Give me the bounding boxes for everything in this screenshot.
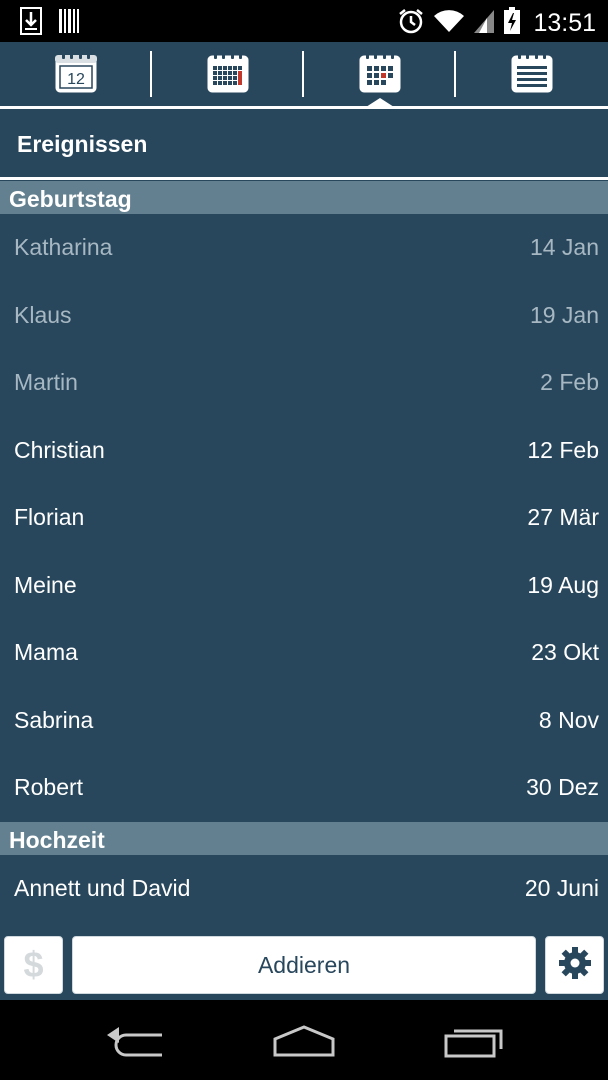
section-header-birthday: Geburtstag bbox=[0, 181, 608, 214]
list-item[interactable]: Robert 30 Dez bbox=[0, 754, 608, 821]
donate-button[interactable]: $ bbox=[4, 936, 63, 994]
title-bar: Ereignissen bbox=[0, 109, 608, 177]
back-icon[interactable] bbox=[104, 1024, 166, 1063]
recent-apps-icon[interactable] bbox=[444, 1024, 506, 1063]
event-name: Katharina bbox=[14, 234, 113, 260]
title-divider bbox=[0, 177, 608, 180]
list-item[interactable]: Katharina 14 Jan bbox=[0, 214, 608, 281]
event-name: Christian bbox=[14, 437, 105, 463]
tab-month-view[interactable] bbox=[152, 42, 304, 106]
gear-icon bbox=[558, 946, 592, 985]
barcode-icon bbox=[58, 7, 80, 40]
system-nav-bar bbox=[0, 1000, 608, 1080]
add-button[interactable]: Addieren bbox=[72, 936, 536, 994]
home-icon[interactable] bbox=[272, 1024, 336, 1063]
calendar-day-icon: 12 bbox=[53, 49, 99, 100]
event-name: Florian bbox=[14, 504, 85, 530]
list-item[interactable]: Christian 12 Feb bbox=[0, 417, 608, 484]
dollar-icon: $ bbox=[23, 944, 44, 985]
section-header-label: Hochzeit bbox=[9, 827, 105, 853]
section-header-label: Geburtstag bbox=[9, 186, 132, 212]
list-item[interactable]: Klaus 19 Jan bbox=[0, 282, 608, 349]
bottom-action-bar: $ Addieren bbox=[0, 930, 608, 1000]
add-button-label: Addieren bbox=[257, 951, 351, 978]
event-name: Klaus bbox=[14, 302, 72, 328]
event-name: Mama bbox=[14, 639, 78, 665]
event-date: 12 Feb bbox=[527, 437, 599, 463]
battery-charging-icon bbox=[503, 7, 521, 40]
alarm-icon bbox=[397, 7, 425, 40]
list-icon bbox=[509, 49, 555, 100]
list-item[interactable]: Mama 23 Okt bbox=[0, 619, 608, 686]
event-date: 30 Dez bbox=[526, 774, 599, 800]
event-date: 20 Juni bbox=[524, 875, 599, 901]
section-header-wedding: Hochzeit bbox=[0, 822, 608, 855]
calendar-month-icon bbox=[205, 49, 251, 100]
tab-day-view[interactable]: 12 bbox=[0, 42, 152, 106]
status-time: 13:51 bbox=[533, 9, 596, 37]
event-name: Sabrina bbox=[14, 707, 94, 733]
list-item[interactable]: Annett und David 20 Juni bbox=[0, 855, 608, 922]
event-date: 14 Jan bbox=[529, 234, 599, 260]
list-item[interactable]: Sabrina 8 Nov bbox=[0, 687, 608, 754]
event-name: Annett und David bbox=[14, 875, 191, 901]
wifi-icon bbox=[433, 8, 465, 39]
event-date: 27 Mär bbox=[527, 504, 599, 530]
event-date: 19 Aug bbox=[527, 572, 599, 598]
status-bar: 13:51 bbox=[0, 0, 608, 42]
settings-button[interactable] bbox=[545, 936, 604, 994]
tab-list-view[interactable] bbox=[456, 42, 608, 106]
event-name: Robert bbox=[14, 774, 84, 800]
list-item[interactable]: Meine 19 Aug bbox=[0, 552, 608, 619]
calendar-events-icon bbox=[357, 49, 403, 100]
list-item[interactable]: Florian 27 Mär bbox=[0, 484, 608, 551]
event-name: Meine bbox=[14, 572, 77, 598]
list-item[interactable]: Martin 2 Feb bbox=[0, 349, 608, 416]
calendar-day-number: 12 bbox=[67, 71, 85, 88]
event-date: 8 Nov bbox=[538, 707, 599, 733]
event-date: 2 Feb bbox=[540, 369, 599, 395]
page-title: Ereignissen bbox=[17, 131, 148, 157]
event-date: 19 Jan bbox=[529, 302, 599, 328]
tab-events-view[interactable] bbox=[304, 42, 456, 106]
signal-icon bbox=[473, 8, 495, 39]
event-name: Martin bbox=[14, 369, 78, 395]
view-toolbar: 12 bbox=[0, 42, 608, 106]
event-date: 23 Okt bbox=[531, 639, 599, 665]
download-icon bbox=[20, 7, 42, 40]
